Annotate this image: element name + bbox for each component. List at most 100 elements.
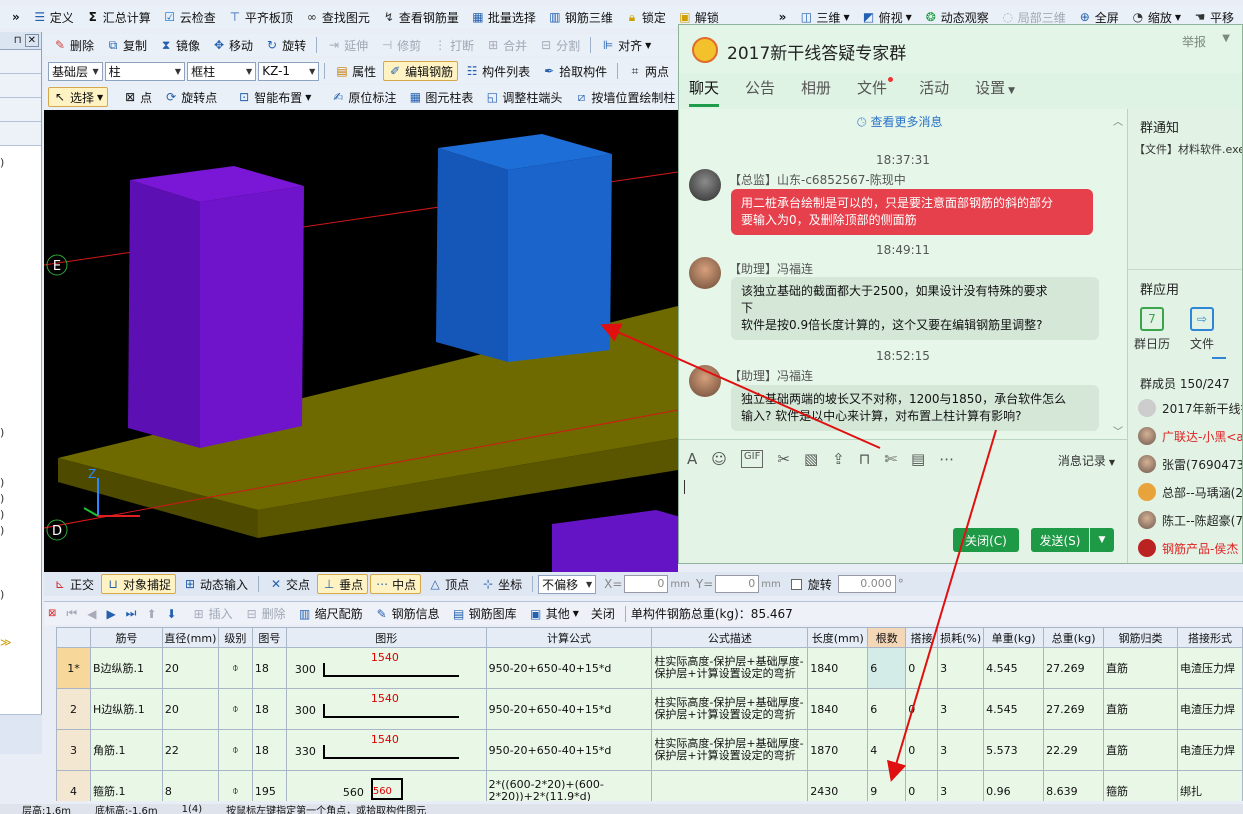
cell-name[interactable]: H边纵筋.1 xyxy=(89,688,163,730)
left-panel-tab[interactable] xyxy=(0,122,41,146)
cell-loss[interactable]: 3 xyxy=(937,729,985,771)
insert-button[interactable]: ⊞ 插入 xyxy=(187,604,238,624)
cell-length[interactable]: 1870 xyxy=(807,729,869,771)
table-row[interactable]: 3 角筋.1 22 ⌽ 18 330 1540 950-20+650-40+15*… xyxy=(56,729,1243,771)
pin-icon[interactable]: ⊓ xyxy=(14,35,22,46)
message-input-area[interactable]: A ☺ GIF ✂ ▧ ⇪ ⊓ ✄ ▤ ⋯ 消息记录 ▼ 关闭(C) 发送(S) … xyxy=(679,439,1127,563)
cell-figure-no[interactable]: 18 xyxy=(251,729,287,771)
col-header-formula[interactable]: 计算公式 xyxy=(485,627,653,648)
send-button[interactable]: 发送(S) xyxy=(1031,528,1089,552)
cell-grade[interactable]: ⌽ xyxy=(217,688,253,730)
align-button[interactable]: ⊫ 对齐 ▼ xyxy=(596,35,656,55)
cell-figure-no[interactable]: 195 xyxy=(251,770,287,801)
rebar-info-button[interactable]: ✎ 钢筋信息 xyxy=(370,604,445,624)
cell-unit-weight[interactable]: 4.545 xyxy=(983,688,1045,730)
move-down-icon[interactable]: ⬇ xyxy=(167,607,177,621)
cell-shape[interactable]: 300 1540 xyxy=(285,688,487,730)
component-select[interactable]: KZ-1 ▼ xyxy=(258,61,320,81)
close-chat-button[interactable]: 关闭(C) xyxy=(953,528,1019,552)
dynamic-input-button[interactable]: ⊞ 动态输入 xyxy=(178,574,253,594)
cell-loss[interactable]: 3 xyxy=(937,770,985,801)
perpendicular-button[interactable]: ⊥ 垂点 xyxy=(317,574,369,594)
table-row[interactable]: 4 箍筋.1 8 ⌽ 195 560 560 2*((600-2*20)+(600… xyxy=(56,770,1243,801)
ortho-button[interactable]: ⊾ 正交 xyxy=(48,574,99,594)
col-header-count[interactable]: 根数 xyxy=(867,627,907,648)
group-notice-text[interactable]: 【文件】材料软件.exe xyxy=(1134,141,1242,157)
cell-total-weight[interactable]: 27.269 xyxy=(1043,688,1105,730)
cell-shape[interactable]: 300 1540 xyxy=(285,647,487,689)
col-header-diameter[interactable]: 直径(mm) xyxy=(161,627,219,648)
left-panel-tab[interactable] xyxy=(0,74,41,98)
delete-row-button[interactable]: ⊟ 删除 xyxy=(240,604,291,624)
tab-activity[interactable]: 活动 xyxy=(919,77,949,107)
tab-files[interactable]: 文件 xyxy=(857,77,894,107)
cell-name[interactable]: 角筋.1 xyxy=(89,729,163,771)
cell-count[interactable]: 4 xyxy=(867,729,907,771)
app-files[interactable]: ⇨ 文件 xyxy=(1182,307,1222,352)
edit-rebar-button[interactable]: ✐ 编辑钢筋 xyxy=(383,61,459,81)
scissors-icon[interactable]: ✄ xyxy=(884,450,897,468)
cell-description[interactable]: 柱实际高度-保护层+基础厚度-保护层+计算设置设定的弯折 xyxy=(651,729,809,771)
member-item[interactable]: 总部--马瑀涵(2 xyxy=(1138,483,1242,501)
more-icon[interactable]: ⋯ xyxy=(939,450,954,468)
move-up-icon[interactable]: ⬆ xyxy=(146,607,156,621)
rotate-input[interactable]: 0.000 xyxy=(837,575,896,593)
component-list-button[interactable]: ☷ 构件列表 xyxy=(460,61,535,81)
image-icon[interactable]: ▧ xyxy=(804,450,818,468)
cloud-check-button[interactable]: ☑ 云检查 xyxy=(158,7,221,27)
smart-layout-button[interactable]: ⊡ 智能布置 ▼ xyxy=(232,87,316,107)
cell-diameter[interactable]: 20 xyxy=(161,688,219,730)
cell-length[interactable]: 1840 xyxy=(807,688,869,730)
gift-icon[interactable]: ⊓ xyxy=(859,450,871,468)
avatar[interactable] xyxy=(689,365,721,397)
scale-rebar-button[interactable]: ▥ 缩尺配筋 xyxy=(293,604,368,624)
chevron-down-icon[interactable]: ▼ xyxy=(1222,33,1230,44)
cell-loss[interactable]: 3 xyxy=(937,688,985,730)
table-row[interactable]: 1* B边纵筋.1 20 ⌽ 18 300 1540 950-20+650-40+… xyxy=(56,647,1243,689)
type-select[interactable]: 柱 ▼ xyxy=(104,61,186,81)
cell-shape[interactable]: 330 1540 xyxy=(285,729,487,771)
message-scrollbar[interactable]: ︿ ﹀ xyxy=(1113,113,1123,439)
rotate-button[interactable]: ↻ 旋转 xyxy=(260,35,311,55)
other-button[interactable]: ▣ 其他 ▼ xyxy=(524,604,584,624)
cell-name[interactable]: B边纵筋.1 xyxy=(89,647,163,689)
tab-announcement[interactable]: 公告 xyxy=(745,77,775,107)
draw-by-wall-button[interactable]: ⧄按墙位置绘制柱▼ xyxy=(569,87,678,107)
message-sender[interactable]: 【总监】山东-c6852567-陈现中 xyxy=(729,171,906,188)
cell-lap[interactable]: 0 xyxy=(905,688,939,730)
col-header-length[interactable]: 长度(mm) xyxy=(807,627,869,648)
cell-diameter[interactable]: 20 xyxy=(161,647,219,689)
cell-lap-type[interactable]: 电渣压力焊 xyxy=(1176,688,1243,730)
cell-count[interactable]: 6 xyxy=(867,647,907,689)
cell-lap-type[interactable]: 绑扎 xyxy=(1176,770,1243,801)
cell-lap[interactable]: 0 xyxy=(905,647,939,689)
more-messages-link[interactable]: 🕓︎ 查看更多消息 xyxy=(857,113,943,130)
two-point-button[interactable]: ⌗ 两点 xyxy=(623,61,674,81)
prev-row-icon[interactable]: ◀ xyxy=(87,607,96,621)
next-row-icon[interactable]: ▶ xyxy=(106,607,115,621)
app-calendar[interactable]: 7 群日历 xyxy=(1132,307,1172,352)
member-item[interactable]: 陈工--陈超豪(7 xyxy=(1138,511,1242,529)
trim-button[interactable]: ⊣ 修剪 xyxy=(375,35,426,55)
in-place-annotate-button[interactable]: ✍ 原位标注 xyxy=(326,87,401,107)
message-sender[interactable]: 【助理】冯福连 xyxy=(729,367,813,384)
cell-formula[interactable]: 950-20+650-40+15*d xyxy=(485,647,653,689)
cell-count[interactable]: 9 xyxy=(867,770,907,801)
merge-button[interactable]: ⊞ 合并 xyxy=(481,35,532,55)
tab-settings[interactable]: 设置 ▼ xyxy=(975,77,1015,107)
cell-total-weight[interactable]: 22.29 xyxy=(1043,729,1105,771)
cell-length[interactable]: 2430 xyxy=(807,770,869,801)
col-header-loss[interactable]: 损耗(%) xyxy=(937,627,985,648)
last-row-icon[interactable]: ⏭ xyxy=(126,606,137,621)
message-bubble[interactable]: 用二桩承台绘制是可以的，只是要注意面部钢筋的斜的部分 要输入为0，及删除顶部的侧… xyxy=(731,189,1093,235)
close-panel-icon[interactable]: ⊠ xyxy=(48,608,56,619)
cell-grade[interactable]: ⌽ xyxy=(217,647,253,689)
subtype-select[interactable]: 框柱 ▼ xyxy=(187,61,257,81)
gif-icon[interactable]: GIF xyxy=(740,450,764,468)
cell-lap-type[interactable]: 电渣压力焊 xyxy=(1176,729,1243,771)
view-rebar-qty-button[interactable]: ↯ 查看钢筋量 xyxy=(377,7,464,27)
cell-formula[interactable]: 950-20+650-40+15*d xyxy=(485,688,653,730)
break-button[interactable]: ⋮ 打断 xyxy=(428,35,479,55)
cell-diameter[interactable]: 8 xyxy=(161,770,219,801)
close-button[interactable]: 关闭 xyxy=(586,604,620,624)
